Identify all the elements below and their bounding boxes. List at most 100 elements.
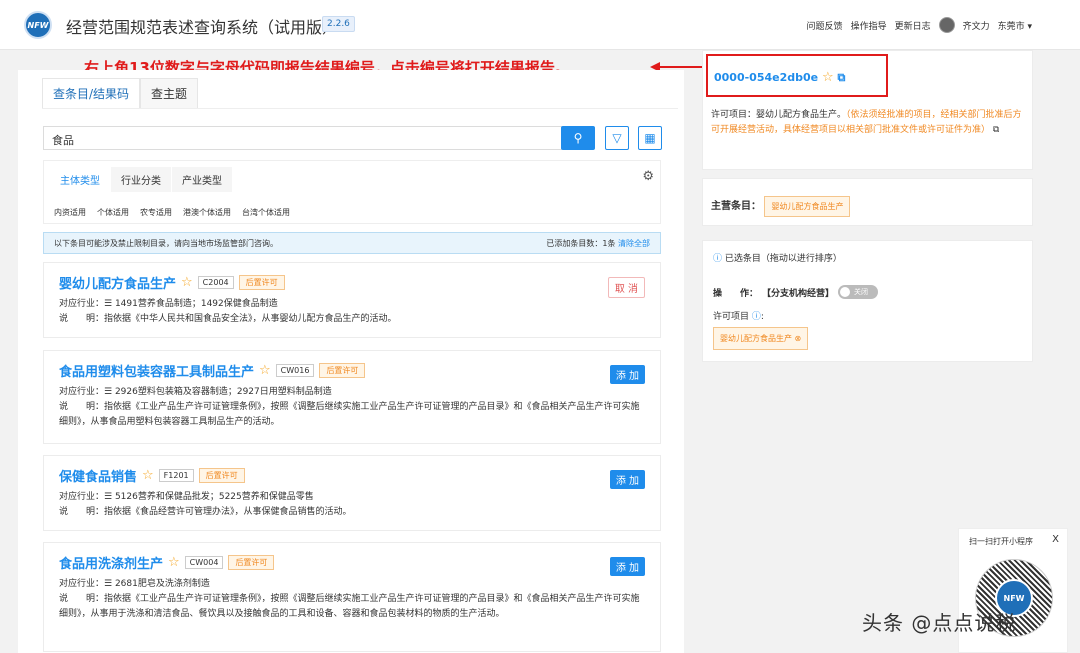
filter-tab-sector[interactable]: 产业类型 [172,167,232,192]
logo: NFW [24,11,52,39]
op-value: 【分支机构经营】 [762,288,835,299]
item-code: CW016 [275,364,315,377]
branch-toggle[interactable]: 关闭 [838,285,879,299]
copy-icon[interactable]: ⧉ [837,71,845,84]
item-title[interactable]: 食品用洗涤剂生产 [59,553,163,572]
add-button[interactable]: 添 加 [609,365,645,384]
item-badge: 后置许可 [198,468,245,483]
industry-value: ☰ 5126营养和保健品批发；5225营养和保健品零售 [104,492,314,502]
filter-button[interactable]: ▽ [605,126,629,150]
result-code[interactable]: 0000-054e2db0e ☆ ⧉ [714,70,845,85]
list-item: 保健食品销售 ☆ F1201 后置许可 添 加 对应行业：☰ 5126营养和保健品批发… [43,455,661,531]
tab-topic[interactable]: 查主题 [140,78,199,108]
top-nav: 问题反馈 操作指导 更新日志 齐文力 东莞市 ▾ [807,17,1032,33]
nav-feedback[interactable]: 问题反馈 [807,19,843,32]
filter-sub[interactable]: 农专适用 [140,207,172,218]
clear-all-link[interactable]: 清除全部 [618,239,650,248]
desc-label: 说 明： [59,314,105,324]
copy-icon[interactable]: ⧉ [993,125,999,135]
industry-label: 对应行业： [59,579,105,589]
industry-label: 对应行业： [59,387,105,397]
filter-sub[interactable]: 港澳个体适用 [183,207,231,218]
item-badge: 后置许可 [319,363,366,378]
toggle-label: 关闭 [854,288,869,296]
top-bar: NFW 经营范围规范表述查询系统（试用版） 2.2.6 问题反馈 操作指导 更新… [0,0,1080,50]
item-badge: 后置许可 [238,275,285,290]
selected-title-text: 已选条目（拖动以进行排序） [724,254,842,264]
filter-subs: 内资适用 个体适用 农专适用 港澳个体适用 台湾个体适用 [54,207,290,218]
permit-label: 许可项目：婴幼儿配方食品生产。 [711,110,847,120]
result-code-text[interactable]: 0000-054e2db0e [714,71,818,84]
selected-title: ⓘ 已选条目（拖动以进行排序） [713,251,842,264]
item-title[interactable]: 婴幼儿配方食品生产 [59,273,176,292]
star-icon[interactable]: ☆ [142,468,154,483]
added-text: 已添加条目数：1条 [546,239,616,248]
desc-value: 指依据《食品经营许可管理办法》，从事保健食品销售的活动。 [104,507,352,517]
query-tabs: 查条目/结果码 查主题 [42,78,678,109]
star-icon[interactable]: ☆ [259,363,271,378]
filter-tab-subject[interactable]: 主体类型 [50,167,110,192]
search-input[interactable]: 食品 [43,126,562,150]
filter-icon: ▽ [612,131,622,145]
qr-title: 扫一扫打开小程序 [969,537,1033,546]
added-count: 已添加条目数：1条 清除全部 [546,238,650,249]
toggle-knob [840,287,851,297]
close-icon[interactable]: X [1052,534,1059,545]
filter-tab-industry[interactable]: 行业分类 [111,167,171,192]
industry-value: ☰ 1491营养食品制造；1492保健食品制造 [104,299,278,309]
selected-panel: ⓘ 已选条目（拖动以进行排序） 操 作： 【分支机构经营】 关闭 许可项目 ⓘ: … [702,240,1033,362]
filter-tabs: 主体类型 行业分类 产业类型 [50,167,233,192]
star-icon[interactable]: ☆ [822,70,834,85]
help-icon: ⓘ [751,312,761,322]
industry-label: 对应行业： [59,299,105,309]
version-badge: 2.2.6 [322,16,355,32]
add-button[interactable]: 添 加 [609,557,645,576]
left-panel: 查条目/结果码 查主题 食品 ⚲ ▽ ▦ 主体类型 行业分类 产业类型 ⚙ 内资… [18,70,684,653]
search-button[interactable]: ⚲ [561,126,595,150]
search-icon: ⚲ [573,131,583,145]
main-item-label: 主营条目： [711,201,761,212]
star-icon[interactable]: ☆ [168,555,180,570]
add-button[interactable]: 添 加 [609,470,645,489]
list-item: 食品用塑料包装容器工具制品生产 ☆ CW016 后置许可 添 加 对应行业：☰ 292… [43,350,661,444]
nav-guide[interactable]: 操作指导 [851,19,887,32]
item-code: C2004 [197,276,234,289]
perm-items-label: 许可项目 ⓘ: [713,312,764,322]
industry-label: 对应行业： [59,492,105,502]
filter-sub[interactable]: 台湾个体适用 [242,207,290,218]
grid-icon: ▦ [644,131,656,145]
tab-entry-code[interactable]: 查条目/结果码 [42,78,141,108]
user-name[interactable]: 齐文力 [963,19,990,32]
main-item: 主营条目： 婴幼儿配方食品生产 [711,196,851,217]
item-title[interactable]: 保健食品销售 [59,466,137,485]
info-bar: 以下条目可能涉及禁止限制目录，请向当地市场监管部门咨询。 已添加条目数：1条 清… [43,232,661,254]
op-label: 操 作： [713,288,759,299]
industry-value: ☰ 2926塑料包装箱及容器制造；2927日用塑料制品制造 [104,387,332,397]
desc-value: 指依据《工业产品生产许可证管理条例》，按照《调整后继续实施工业产品生产许可证管理… [59,594,640,619]
filter-sub[interactable]: 内资适用 [54,207,86,218]
star-icon[interactable]: ☆ [181,275,193,290]
gear-icon[interactable]: ⚙ [642,169,654,184]
perm-items-label-text: 许可项目 [713,312,750,322]
help-icon: ⓘ [713,254,723,264]
nav-changelog[interactable]: 更新日志 [895,19,931,32]
grid-button[interactable]: ▦ [638,126,662,150]
item-code: F1201 [158,469,194,482]
item-code: CW004 [184,556,224,569]
region-select[interactable]: 东莞市 ▾ [998,19,1032,32]
main-item-tag: 婴幼儿配方食品生产 [764,196,851,217]
perm-item-tag[interactable]: 婴幼儿配方食品生产 ⊗ [713,327,809,350]
app-title: 经营范围规范表述查询系统（试用版） [66,18,339,37]
list-item: 婴幼儿配方食品生产 ☆ C2004 后置许可 取 消 对应行业：☰ 1491营养食品制… [43,262,661,338]
list-item: 食品用洗涤剂生产 ☆ CW004 后置许可 添 加 对应行业：☰ 2681肥皂及洗涤剂… [43,542,661,652]
filter-sub[interactable]: 个体适用 [97,207,129,218]
item-title[interactable]: 食品用塑料包装容器工具制品生产 [59,361,254,380]
watermark: 头条 @点点说税 [862,611,1017,635]
filter-box: 主体类型 行业分类 产业类型 ⚙ 内资适用 个体适用 农专适用 港澳个体适用 台… [43,160,661,224]
info-text: 以下条目可能涉及禁止限制目录，请向当地市场监管部门咨询。 [54,239,278,248]
permit-text: 许可项目：婴幼儿配方食品生产。（依法须经批准的项目，经相关部门批准后方可开展经营… [711,108,1027,138]
desc-label: 说 明： [59,402,105,412]
cancel-button[interactable]: 取 消 [607,277,645,298]
avatar[interactable] [938,17,955,33]
item-badge: 后置许可 [228,555,275,570]
